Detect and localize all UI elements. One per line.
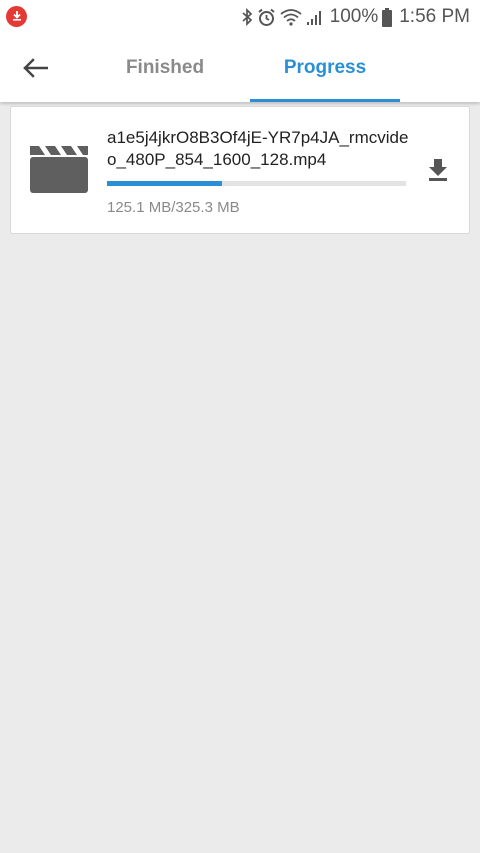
app-bar: Finished Progress (0, 34, 480, 102)
status-icons: 100% 1:56 PM (241, 6, 470, 28)
tab-finished[interactable]: Finished (90, 34, 240, 102)
alarm-icon (257, 8, 275, 26)
status-bar: 100% 1:56 PM (0, 0, 480, 34)
battery-icon (382, 7, 393, 27)
back-button[interactable] (14, 48, 56, 88)
download-button[interactable] (423, 155, 453, 185)
download-progress-bar (107, 181, 406, 186)
clock: 1:56 PM (399, 6, 470, 27)
signal-icon (306, 11, 321, 25)
arrow-left-icon (23, 58, 48, 78)
battery-percent: 100% (329, 6, 379, 27)
bluetooth-icon (242, 8, 252, 26)
video-clapper-icon (30, 146, 88, 193)
download-progress-fill (107, 181, 223, 186)
download-item[interactable]: a1e5j4jkrO8B3Of4jE-YR7p4JA_rmcvideo_480P… (10, 106, 470, 234)
download-notification-icon (6, 5, 27, 27)
download-icon (429, 159, 447, 181)
active-tab-indicator (250, 99, 400, 102)
download-size: 125.1 MB/325.3 MB (107, 199, 240, 216)
tab-progress[interactable]: Progress (250, 34, 400, 102)
file-name: a1e5j4jkrO8B3Of4jE-YR7p4JA_rmcvideo_480P… (107, 128, 409, 169)
wifi-icon (280, 9, 302, 26)
